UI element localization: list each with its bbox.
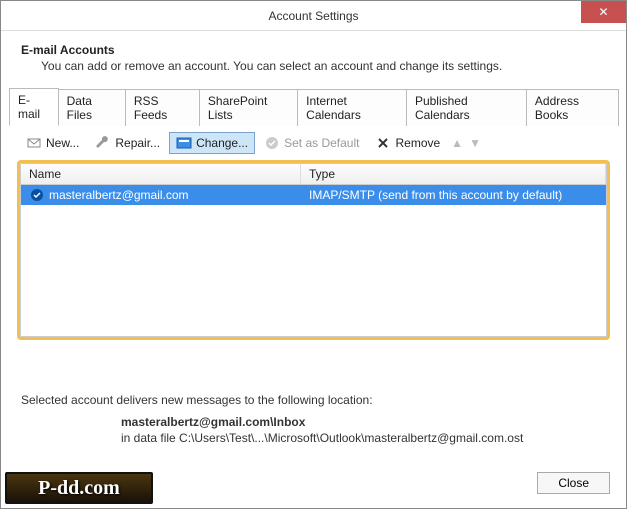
- tab-rss-feeds[interactable]: RSS Feeds: [125, 89, 200, 126]
- tabs: E-mail Data Files RSS Feeds SharePoint L…: [9, 87, 618, 126]
- change-icon: [176, 135, 192, 151]
- row-name: masteralbertz@gmail.com: [49, 188, 189, 202]
- delivery-info: Selected account delivers new messages t…: [21, 393, 606, 445]
- remove-label: Remove: [395, 136, 440, 150]
- window-close-button[interactable]: ✕: [581, 1, 626, 23]
- remove-icon: [375, 135, 391, 151]
- tab-published-calendars[interactable]: Published Calendars: [406, 89, 527, 126]
- table-row[interactable]: masteralbertz@gmail.com IMAP/SMTP (send …: [21, 185, 606, 205]
- delivery-intro: Selected account delivers new messages t…: [21, 393, 606, 407]
- accounts-list: Name Type masteralbertz@gmail.com IMAP/S…: [17, 160, 610, 340]
- default-account-icon: [29, 187, 45, 203]
- tab-data-files[interactable]: Data Files: [58, 89, 126, 126]
- change-label: Change...: [196, 136, 248, 150]
- close-icon: ✕: [598, 5, 608, 19]
- header-title: E-mail Accounts: [21, 43, 606, 57]
- tab-email[interactable]: E-mail: [9, 88, 59, 126]
- close-button[interactable]: Close: [537, 472, 610, 494]
- toolbar: New... Repair... Change... Set as Defaul…: [9, 126, 618, 160]
- window-title: Account Settings: [268, 9, 358, 23]
- move-up-icon: ▲: [449, 136, 465, 150]
- set-default-label: Set as Default: [284, 136, 359, 150]
- titlebar: Account Settings ✕: [1, 1, 626, 31]
- new-icon: [26, 135, 42, 151]
- tab-address-books[interactable]: Address Books: [526, 89, 619, 126]
- tab-internet-calendars[interactable]: Internet Calendars: [297, 89, 407, 126]
- change-button[interactable]: Change...: [169, 132, 255, 154]
- repair-label: Repair...: [115, 136, 160, 150]
- row-type: IMAP/SMTP (send from this account by def…: [309, 188, 562, 202]
- repair-icon: [95, 135, 111, 151]
- delivery-location: masteralbertz@gmail.com\Inbox: [21, 415, 606, 429]
- move-down-icon: ▼: [467, 136, 483, 150]
- header-subtitle: You can add or remove an account. You ca…: [21, 59, 606, 73]
- watermark-logo: P-dd.com: [5, 472, 153, 504]
- delivery-datafile: in data file C:\Users\Test\...\Microsoft…: [21, 431, 606, 445]
- column-name[interactable]: Name: [21, 164, 301, 184]
- repair-button[interactable]: Repair...: [88, 132, 167, 154]
- new-button[interactable]: New...: [19, 132, 86, 154]
- tab-sharepoint-lists[interactable]: SharePoint Lists: [199, 89, 298, 126]
- column-type[interactable]: Type: [301, 164, 606, 184]
- list-header: Name Type: [21, 164, 606, 185]
- header: E-mail Accounts You can add or remove an…: [1, 31, 626, 87]
- new-label: New...: [46, 136, 79, 150]
- checkmark-circle-icon: [264, 135, 280, 151]
- set-default-button: Set as Default: [257, 132, 366, 154]
- remove-button[interactable]: Remove: [368, 132, 447, 154]
